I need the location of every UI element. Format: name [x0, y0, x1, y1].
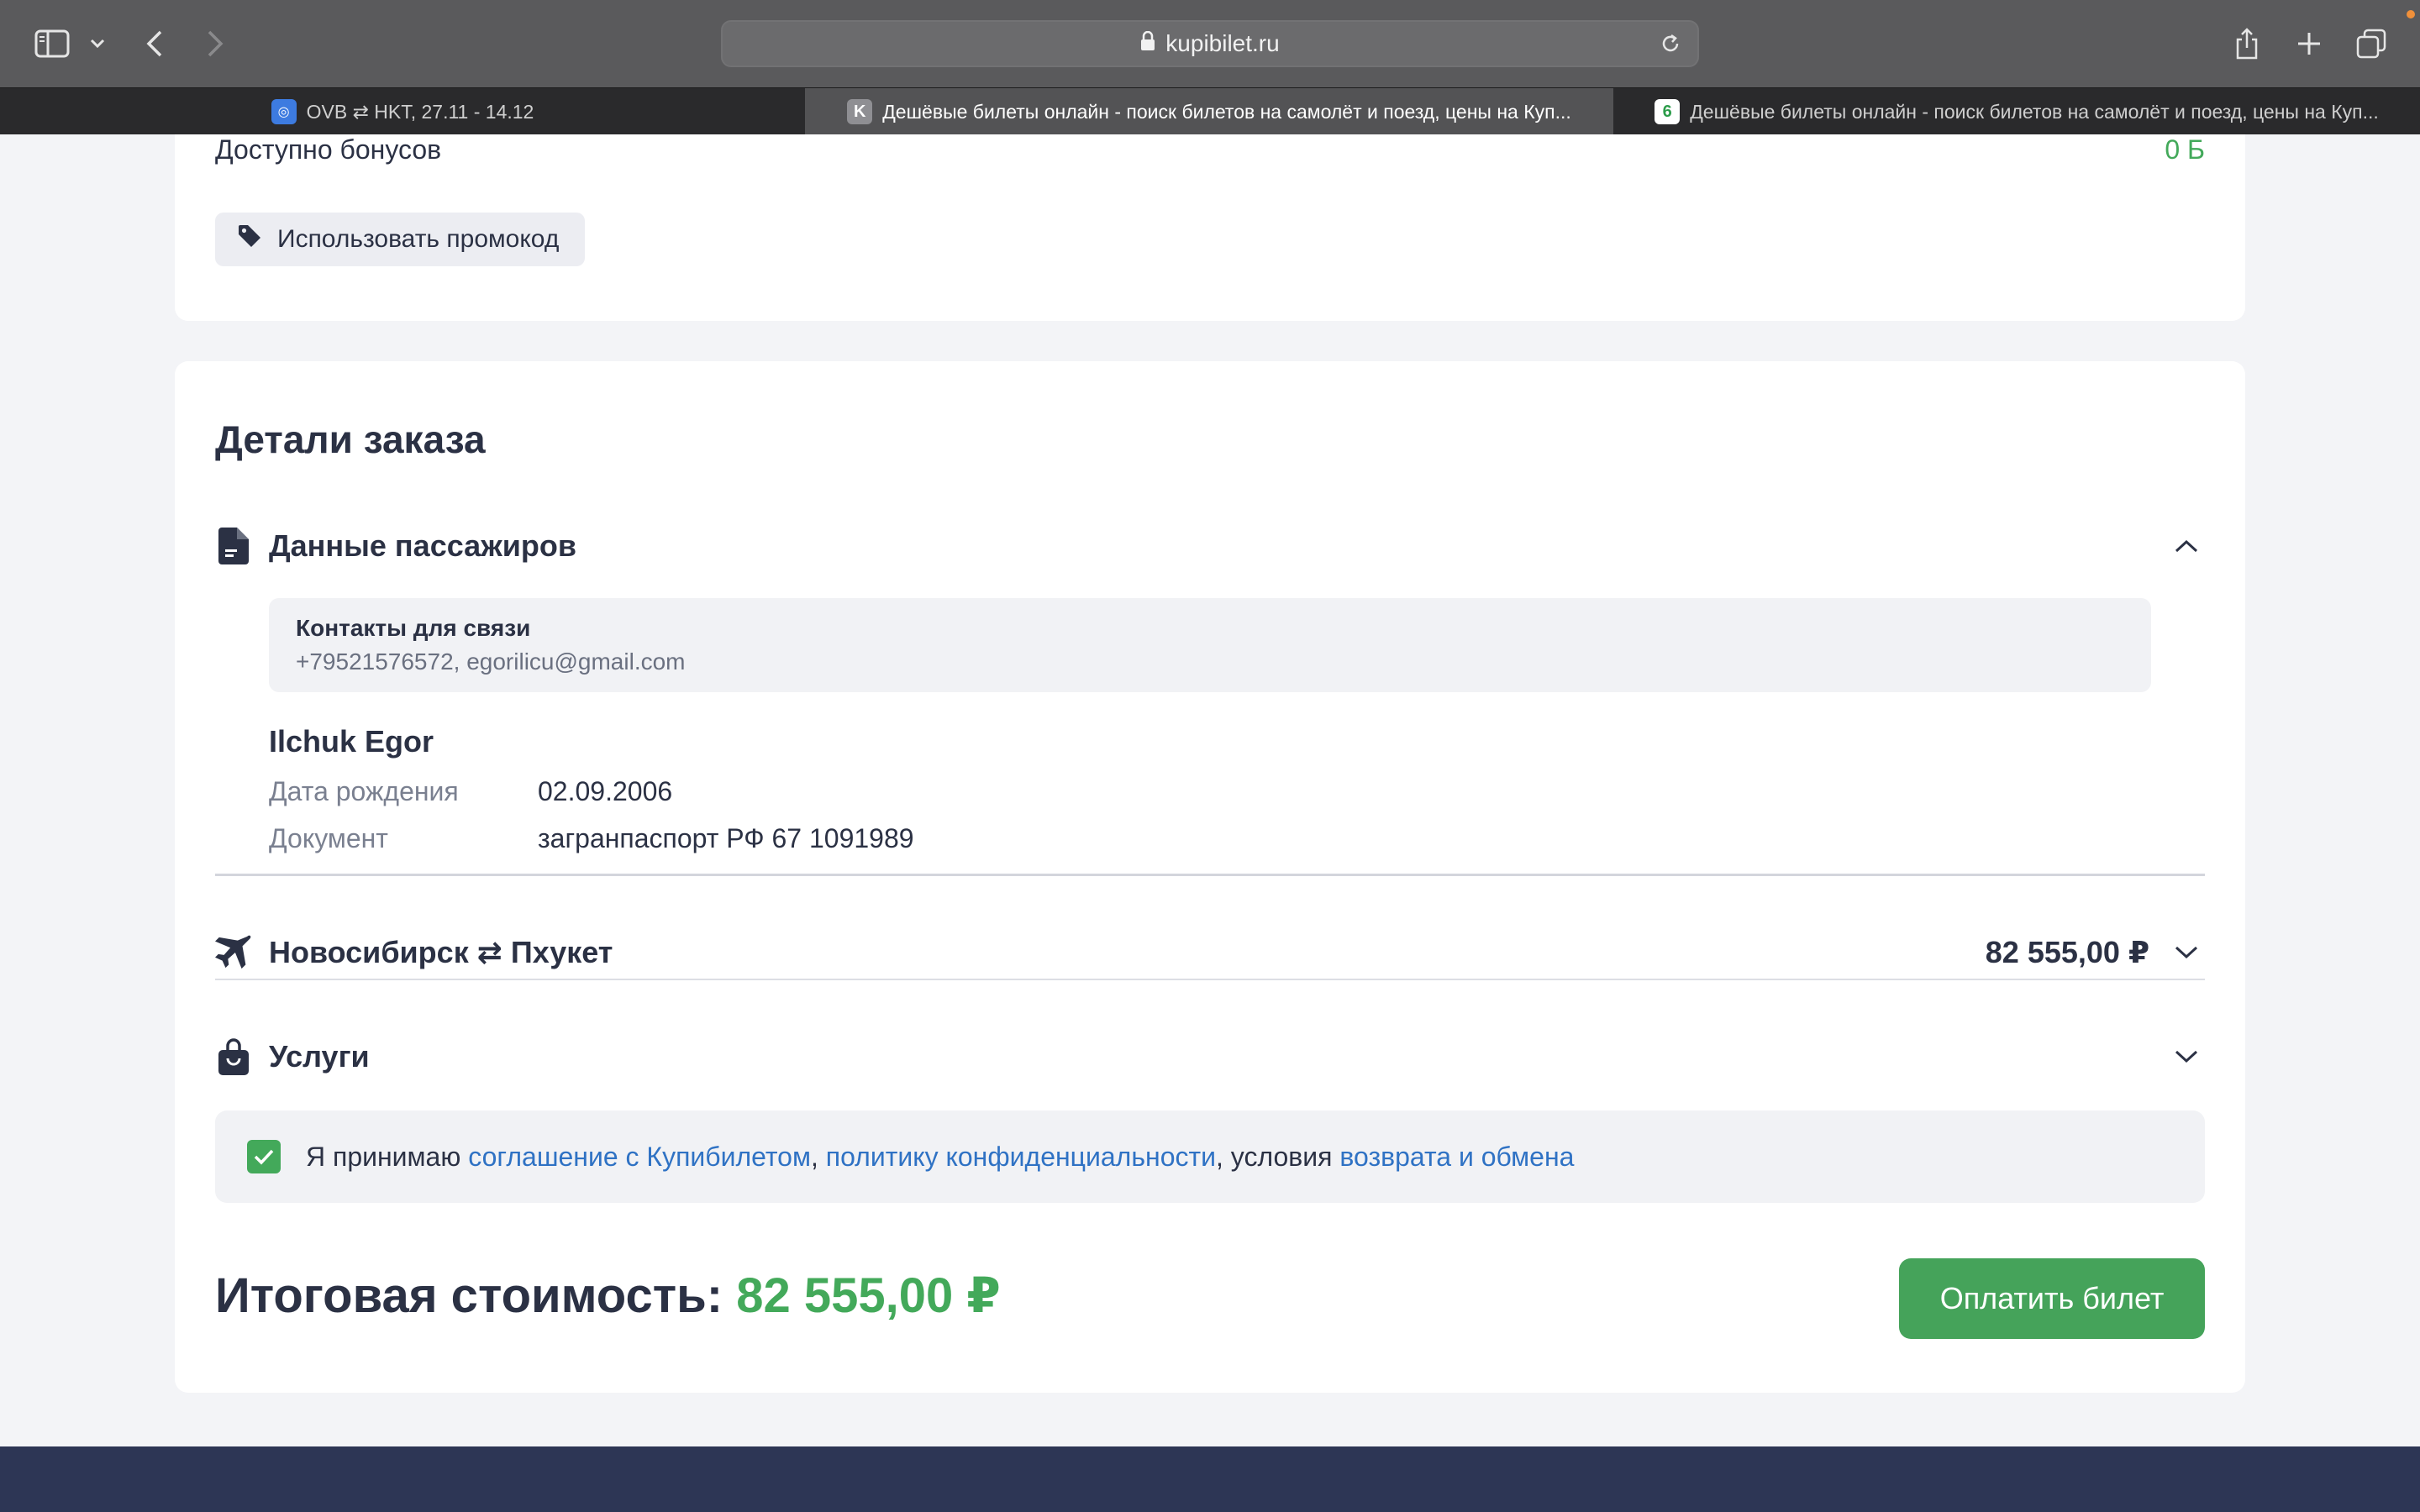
use-promocode-button[interactable]: Использовать промокод	[215, 213, 585, 266]
tab-favicon: 6	[1655, 99, 1681, 124]
privacy-policy-link[interactable]: политику конфиденциальности	[826, 1142, 1216, 1172]
agreement-link[interactable]: соглашение с Купибилетом	[468, 1142, 811, 1172]
reload-icon[interactable]	[1659, 32, 1682, 61]
tab-kupibilet-2[interactable]: 6 Дешёвые билеты онлайн - поиск билетов …	[1613, 88, 2420, 135]
chevron-down-icon[interactable]	[2168, 934, 2205, 971]
tab-title: OVB ⇄ HKT, 27.11 - 14.12	[306, 100, 534, 123]
document-icon	[215, 528, 252, 564]
chevron-down-icon[interactable]	[84, 30, 111, 57]
agreement-text: Я принимаю соглашение с Купибилетом, пол…	[306, 1142, 1574, 1173]
agreement-checkbox[interactable]	[247, 1140, 281, 1173]
tab-favicon: ◎	[271, 99, 297, 124]
chevron-up-icon[interactable]	[2168, 528, 2205, 564]
total-amount: 82 555,00 ₽	[736, 1268, 1001, 1323]
services-section-header[interactable]: Услуги	[215, 1032, 2205, 1082]
document-label: Документ	[269, 823, 388, 853]
shopping-bag-icon	[215, 1038, 252, 1075]
passengers-label: Данные пассажиров	[269, 528, 576, 563]
tab-ovb-hkt[interactable]: ◎ OVB ⇄ HKT, 27.11 - 14.12	[0, 88, 805, 135]
bonus-value: 0 Б	[2165, 134, 2205, 165]
agreement-separator: , условия	[1216, 1141, 1340, 1172]
dob-label: Дата рождения	[269, 776, 459, 806]
passenger-name: Ilchuk Egor	[269, 724, 434, 759]
dob-value: 02.09.2006	[538, 776, 673, 806]
page-footer	[0, 1446, 2420, 1512]
order-details-card: Детали заказа Данные пассажиров Контакты…	[175, 361, 2245, 1393]
address-bar[interactable]: kupibilet.ru	[721, 20, 1699, 67]
lock-icon	[1140, 30, 1155, 57]
flight-section-header[interactable]: Новосибирск ⇄ Пхукет 82 555,00 ₽	[215, 927, 2205, 978]
agreement-prefix: Я принимаю	[306, 1141, 469, 1172]
agreement-separator: ,	[810, 1141, 826, 1172]
new-tab-icon[interactable]	[2292, 25, 2326, 62]
tag-icon	[237, 223, 262, 255]
contacts-title: Контакты для связи	[296, 615, 531, 641]
bonus-card: Доступно бонусов 0 Б Использовать промок…	[175, 134, 2245, 321]
tab-bar: ◎ OVB ⇄ HKT, 27.11 - 14.12 K Дешёвые бил…	[0, 87, 2420, 135]
passengers-section-header[interactable]: Данные пассажиров	[215, 521, 2205, 571]
refund-exchange-link[interactable]: возврата и обмена	[1339, 1142, 1574, 1172]
chevron-down-icon[interactable]	[2168, 1038, 2205, 1075]
notification-dot	[2407, 10, 2415, 18]
order-title: Детали заказа	[215, 417, 486, 461]
flight-route-label: Новосибирск ⇄ Пхукет	[269, 935, 613, 969]
tab-kupibilet-active[interactable]: K Дешёвые билеты онлайн - поиск билетов …	[805, 88, 1613, 135]
flight-price: 82 555,00 ₽	[1985, 935, 2149, 969]
divider	[215, 874, 2205, 876]
contacts-box: Контакты для связи +79521576572, egorili…	[269, 598, 2151, 692]
share-icon[interactable]	[2230, 24, 2264, 64]
tab-favicon: K	[847, 99, 873, 124]
sidebar-toggle-icon[interactable]	[32, 25, 72, 62]
pay-ticket-button[interactable]: Оплатить билет	[1899, 1258, 2205, 1339]
tab-title: Дешёвые билеты онлайн - поиск билетов на…	[1690, 100, 2379, 123]
total-label: Итоговая стоимость:	[215, 1268, 737, 1323]
promocode-label: Использовать промокод	[277, 225, 560, 253]
forward-icon[interactable]	[198, 24, 232, 64]
services-label: Услуги	[269, 1039, 370, 1074]
contacts-value: +79521576572, egorilicu@gmail.com	[296, 648, 686, 675]
airplane-icon	[215, 934, 252, 971]
tab-title: Дешёвые билеты онлайн - поиск билетов на…	[882, 100, 1571, 123]
back-icon[interactable]	[138, 24, 171, 64]
agreement-box: Я принимаю соглашение с Купибилетом, пол…	[215, 1110, 2205, 1203]
browser-toolbar: kupibilet.ru	[0, 0, 2420, 87]
total-cost: Итоговая стоимость: 82 555,00 ₽	[215, 1267, 1001, 1324]
divider	[215, 979, 2205, 980]
document-value: загранпаспорт РФ 67 1091989	[538, 823, 914, 853]
url-text: kupibilet.ru	[1165, 30, 1280, 56]
bonus-label: Доступно бонусов	[215, 134, 442, 165]
tab-overview-icon[interactable]	[2353, 25, 2390, 62]
